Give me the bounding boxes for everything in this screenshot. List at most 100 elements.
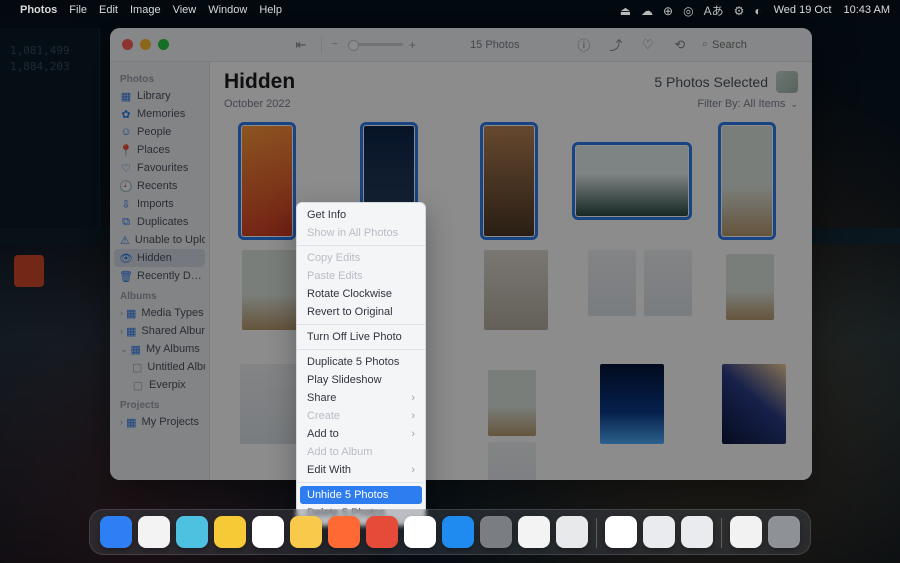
photo-thumbnail[interactable] [600,364,664,444]
photo-thumbnail[interactable] [488,442,536,480]
status-icon[interactable]: ◐ [754,4,761,18]
photo-thumbnail[interactable] [726,254,774,320]
favourite-icon[interactable]: ♡ [638,36,658,54]
search-field[interactable]: ⌕ [702,38,802,51]
photo-thumbnail[interactable] [484,250,548,330]
downloads-stack[interactable] [730,516,762,548]
dock-app[interactable] [518,516,550,548]
sidebar-item-places[interactable]: 📍Places [114,141,205,159]
close-window-button[interactable] [122,39,133,50]
menu-item-revert-to-original[interactable]: Revert to Original [297,303,425,321]
menu-item-share[interactable]: Share [297,389,425,407]
photo-thumbnail[interactable] [576,146,688,216]
menu-item-edit-with[interactable]: Edit With [297,461,425,479]
menu-item-rotate-clockwise[interactable]: Rotate Clockwise [297,285,425,303]
dock-app[interactable] [480,516,512,548]
menubar-date[interactable]: Wed 19 Oct [774,4,832,16]
disclosure-icon[interactable]: › [120,326,123,336]
dock-app[interactable] [404,516,436,548]
status-icon[interactable]: ⏏ [620,4,631,18]
dock-app[interactable] [252,516,284,548]
disclosure-icon[interactable]: › [120,417,123,427]
status-icon[interactable]: Aあ [704,4,724,18]
disclosure-icon[interactable]: › [120,308,123,318]
photo-thumbnail[interactable] [242,126,292,236]
dock-app[interactable] [176,516,208,548]
dock-app[interactable] [290,516,322,548]
sidebar-item-favourites[interactable]: ♡Favourites [114,159,205,177]
photo-thumbnail[interactable] [484,126,534,236]
zoom-slider[interactable] [348,43,403,46]
sidebar-item-unable-to-uplo-[interactable]: ⚠Unable to Uplo… [114,231,205,249]
menu-item-turn-off-live-photo[interactable]: Turn Off Live Photo [297,328,425,346]
status-icon[interactable]: ⚙ [734,4,745,18]
sidebar-item-memories[interactable]: ✿Memories [114,105,205,123]
sidebar-item-label: Library [137,90,171,102]
sidebar-item-label: Unable to Uplo… [135,234,205,246]
menu-item-add-to[interactable]: Add to [297,425,425,443]
dock-minimized-window[interactable] [643,516,675,548]
zoom-in-icon[interactable]: + [409,38,416,52]
menu-item-duplicate-photos[interactable]: Duplicate 5 Photos [297,353,425,371]
sidebar-item-untitled-albu-[interactable]: ▢Untitled Albu… [114,358,205,376]
date-header: October 2022 [224,98,291,110]
menu-help[interactable]: Help [259,4,282,16]
dock-app[interactable] [442,516,474,548]
dock-app[interactable] [214,516,246,548]
menu-file[interactable]: File [69,4,87,16]
sidebar-toggle-icon[interactable]: ⇤ [291,36,311,54]
menu-item-get-info[interactable]: Get Info [297,206,425,224]
dock-separator [721,518,722,548]
photo-thumbnail[interactable] [488,370,536,436]
menu-image[interactable]: Image [130,4,161,16]
share-icon[interactable]: ⤴ [606,36,626,54]
sidebar-item-recently-d-[interactable]: 🗑Recently D… [114,267,205,285]
dock-minimized-window[interactable] [681,516,713,548]
photo-thumbnail[interactable] [644,250,692,316]
dock-minimized-window[interactable] [605,516,637,548]
rotate-icon[interactable]: ⟲ [670,36,690,54]
sidebar-item-my-projects[interactable]: ›▦My Projects [114,413,205,431]
chevron-down-icon[interactable]: ⌄ [790,99,798,109]
status-icon[interactable]: ⊕ [663,4,673,18]
disclosure-icon[interactable]: ⌄ [120,344,128,355]
menu-item-unhide-photos[interactable]: Unhide 5 Photos [300,486,422,504]
sidebar-item-imports[interactable]: ⇩Imports [114,195,205,213]
sidebar-item-library[interactable]: ▦Library [114,87,205,105]
dock-app[interactable] [138,516,170,548]
zoom-window-button[interactable] [158,39,169,50]
menu-window[interactable]: Window [208,4,247,16]
dock-app[interactable] [100,516,132,548]
filter-value[interactable]: All Items [743,98,785,110]
menu-item-play-slideshow[interactable]: Play Slideshow [297,371,425,389]
dock-app[interactable] [366,516,398,548]
sidebar-item-people[interactable]: ☺People [114,123,205,141]
sidebar-item-duplicates[interactable]: ⧉Duplicates [114,213,205,231]
info-icon[interactable]: ⓘ [574,36,594,54]
photo-thumbnail[interactable] [722,364,786,444]
app-menu[interactable]: Photos [20,4,57,16]
menu-separator [297,324,425,325]
photo-thumbnail[interactable] [240,364,304,444]
search-input[interactable] [712,39,802,51]
sidebar-item-hidden[interactable]: 👁Hidden [114,249,205,267]
photo-thumbnail[interactable] [722,126,772,236]
sidebar-icon: ☺ [120,126,132,138]
sidebar-item-media-types[interactable]: ›▦Media Types [114,304,205,322]
menu-edit[interactable]: Edit [99,4,118,16]
minimize-window-button[interactable] [140,39,151,50]
sidebar-icon: 👁 [120,252,132,264]
photo-thumbnail[interactable] [588,250,636,316]
sidebar-item-everpix[interactable]: ▢Everpix [114,376,205,394]
menu-view[interactable]: View [173,4,197,16]
dock-app[interactable] [328,516,360,548]
dock-app[interactable] [556,516,588,548]
menubar-time[interactable]: 10:43 AM [844,4,890,16]
sidebar-item-my-albums[interactable]: ⌄▦My Albums [114,340,205,358]
trash-icon[interactable] [768,516,800,548]
status-icon[interactable]: ☁ [641,4,653,18]
sidebar-item-recents[interactable]: 🕘Recents [114,177,205,195]
sidebar-item-shared-albums[interactable]: ›▦Shared Albums [114,322,205,340]
status-icon[interactable]: ◎ [683,4,693,18]
sidebar-icon: ⧉ [120,216,132,228]
